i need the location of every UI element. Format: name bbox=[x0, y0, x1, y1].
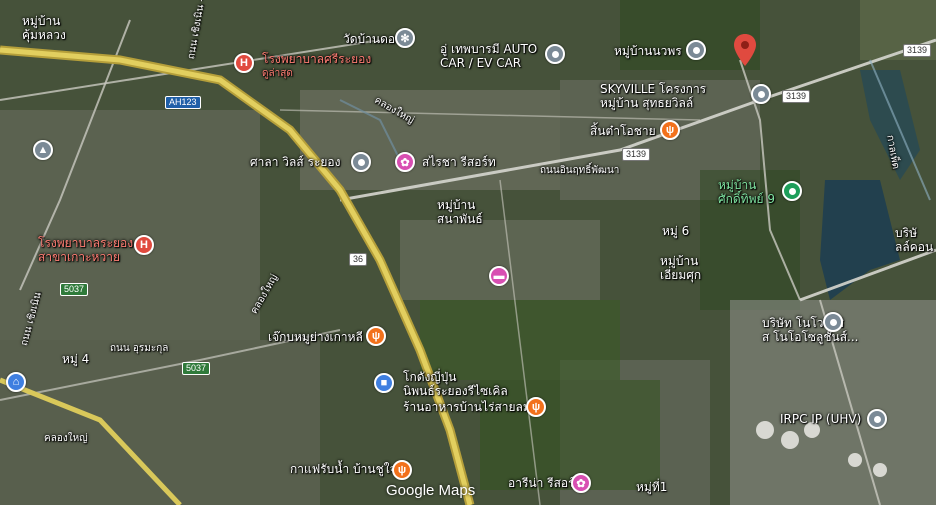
spa-icon[interactable]: ✿ bbox=[395, 152, 415, 172]
school-icon[interactable]: ▲ bbox=[33, 140, 53, 160]
moo6-label: หมู่ 6 bbox=[662, 224, 690, 238]
auto-car-label[interactable]: อู่ เทพบารมี AUTO CAR / EV CAR bbox=[440, 42, 537, 70]
sin-tha-label[interactable]: สิ้นต๋าโอชาย bbox=[590, 124, 656, 138]
court-label[interactable]: ศาลา วิลส์ ระยอง bbox=[250, 155, 340, 169]
restaurant-rai-label[interactable]: ร้านอาหารบ้านไร่สายลม bbox=[403, 400, 531, 414]
google-maps-logo: Google Maps bbox=[386, 482, 476, 499]
jp-auto-label[interactable]: โกดังญี่ปุ่น นิพนธ์ระยองรีไซเคิล bbox=[403, 370, 508, 398]
hospital-srirayong-label[interactable]: โรงพยาบาลศรีระยอง bbox=[262, 52, 371, 66]
road-36-shield: 36 bbox=[349, 253, 368, 266]
hospital-srirayong-sub-label: ดูล่าสุด bbox=[262, 68, 293, 79]
resort-label[interactable]: สไรชา รีสอร์ท bbox=[422, 155, 496, 169]
village-sanapan-label: หมู่บ้าน สนาพันธ์ bbox=[437, 198, 483, 226]
hospital-rayong-label[interactable]: โรงพยาบาลระยอง สาขาเกาะหวาย bbox=[38, 236, 133, 264]
place-icon[interactable] bbox=[867, 409, 887, 429]
hospital-icon[interactable]: H bbox=[134, 235, 154, 255]
korean-bbq-label[interactable]: เจ๊กบหมูย่างเกาหลี bbox=[268, 330, 363, 344]
spa-icon[interactable]: ✿ bbox=[571, 473, 591, 493]
moo1-label: หมู่ที่1 bbox=[636, 480, 668, 494]
map-pin-icon[interactable] bbox=[734, 34, 756, 66]
village-iam-label: หมู่บ้าน เอี่ยมศุก bbox=[660, 254, 702, 282]
fork-knife-icon[interactable]: ψ bbox=[660, 120, 680, 140]
khlong-yai-label: คลองใหญ่ bbox=[44, 433, 88, 444]
company-right-label[interactable]: บริษั ลล์คอน bbox=[895, 226, 933, 254]
ah123-shield: AH123 bbox=[165, 96, 201, 109]
road-chun-label: ถนน อุรมะกุล bbox=[110, 343, 169, 354]
place-icon[interactable] bbox=[782, 181, 802, 201]
irpc-label[interactable]: IRPC IP (UHV) bbox=[780, 412, 861, 426]
road-5037-shield-a: 5037 bbox=[60, 283, 89, 296]
hospital-icon[interactable]: H bbox=[234, 53, 254, 73]
fork-knife-icon[interactable]: ψ bbox=[366, 326, 386, 346]
gear-icon[interactable]: ✻ bbox=[395, 28, 415, 48]
road-3139-shield-b: 3139 bbox=[782, 90, 811, 103]
road-dit-label: ถนนอินฤทธิ์พัฒนา bbox=[540, 165, 620, 176]
fork-knife-icon[interactable]: ψ bbox=[526, 397, 546, 417]
road-3139-shield-c: 3139 bbox=[622, 148, 651, 161]
place-icon[interactable] bbox=[545, 44, 565, 64]
place-icon[interactable] bbox=[823, 312, 843, 332]
company-pinova-label[interactable]: บริษัท โนโวเนซิ ส โนโอโซลูชั่นส์... bbox=[762, 316, 859, 344]
moo4-label: หมู่ 4 bbox=[62, 352, 90, 366]
place-icon[interactable] bbox=[351, 152, 371, 172]
road-5037-shield-b: 5037 bbox=[182, 362, 211, 375]
skyville-label[interactable]: SKYVILLE โครงการ หมู่บ้าน สุทธยวิลล์ bbox=[600, 82, 706, 110]
bed-icon[interactable]: ▬ bbox=[489, 266, 509, 286]
map-canvas[interactable]: หมู่บ้าน คุ้มหลวง ถนน เชิงเนิน - ชากปั้ง… bbox=[0, 0, 936, 505]
home-icon[interactable]: ⌂ bbox=[6, 372, 26, 392]
village-nawaporn-label[interactable]: หมู่บ้านนวพร bbox=[614, 44, 682, 58]
road-3139-shield-a: 3139 bbox=[903, 44, 932, 57]
place-icon[interactable] bbox=[751, 84, 771, 104]
village-sak-label[interactable]: หมู่บ้าน ศักดิ์ทิพย์ 9 bbox=[718, 178, 775, 206]
village-khum-luang-label: หมู่บ้าน คุ้มหลวง bbox=[22, 14, 66, 42]
fork-knife-icon[interactable]: ψ bbox=[392, 460, 412, 480]
coffee-label[interactable]: กาแฟรับน้ำ บ้านชูใจ bbox=[290, 462, 397, 476]
place-icon[interactable] bbox=[686, 40, 706, 60]
shopping-bag-icon[interactable]: ■ bbox=[374, 373, 394, 393]
